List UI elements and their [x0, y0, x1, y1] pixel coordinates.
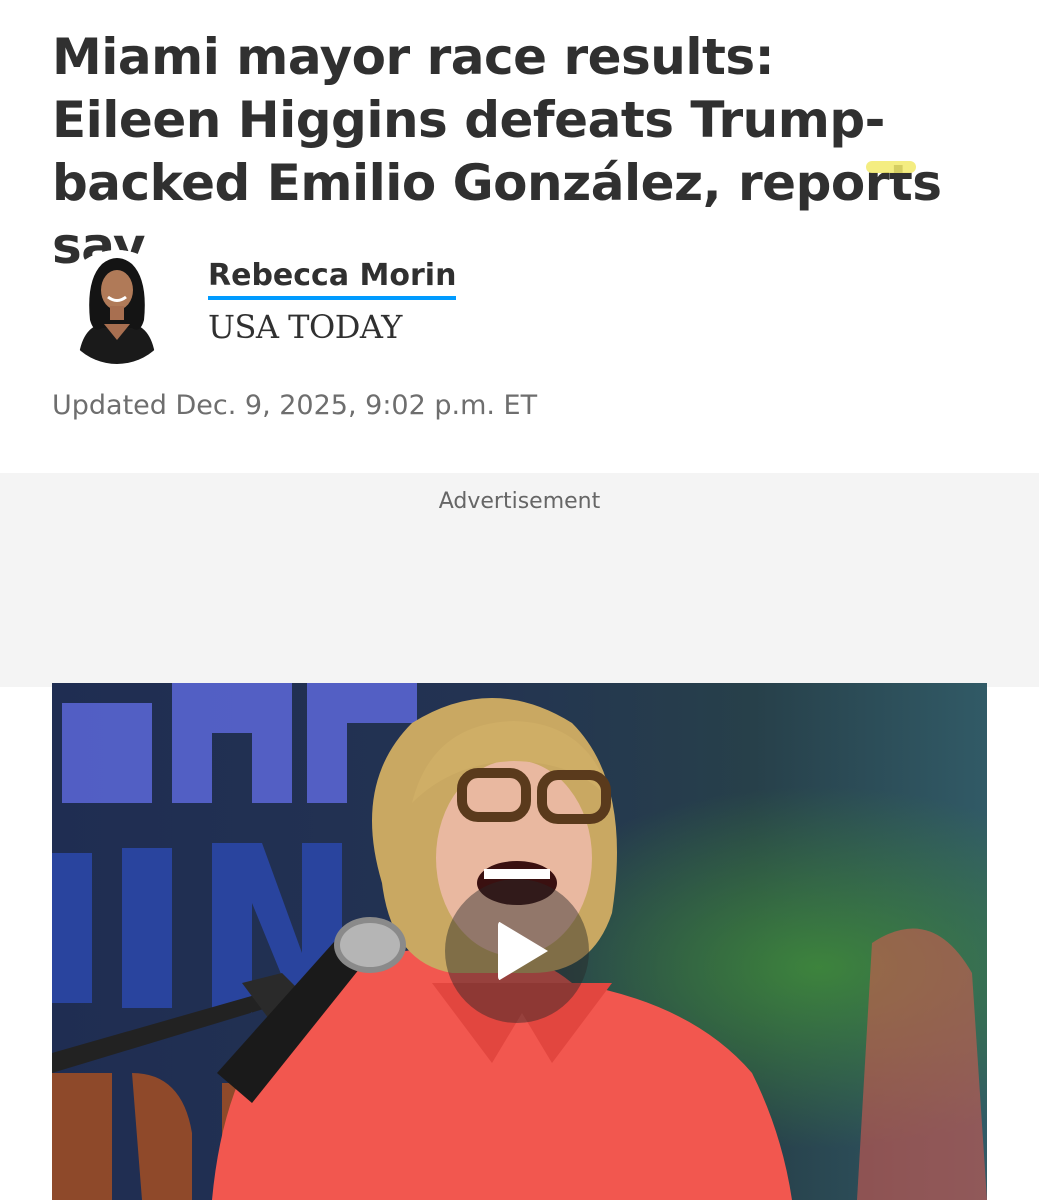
video-player[interactable] — [52, 683, 987, 1200]
article-timestamp: Updated Dec. 9, 2025, 9:02 p.m. ET — [52, 390, 538, 421]
author-photo — [60, 250, 174, 364]
highlighter-mark — [866, 161, 916, 173]
author-outlet: USA TODAY — [208, 308, 402, 346]
article-headline: Miami mayor race results: Eileen Higgins… — [52, 28, 942, 275]
play-button[interactable] — [445, 879, 589, 1023]
advertisement-slot: Advertisement — [0, 473, 1039, 687]
play-icon — [498, 921, 548, 981]
advertisement-label: Advertisement — [438, 489, 601, 514]
author-avatar[interactable] — [60, 250, 174, 364]
author-name-link[interactable]: Rebecca Morin — [208, 256, 457, 300]
